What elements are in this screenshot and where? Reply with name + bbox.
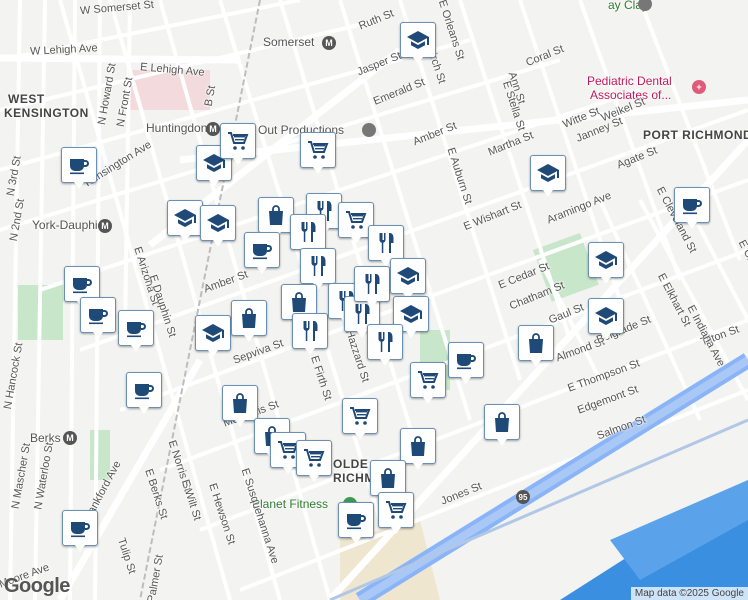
restaurant-marker[interactable] <box>367 324 403 366</box>
subway-station-icon[interactable]: M <box>206 122 220 136</box>
map-canvas[interactable]: WEST KENSINGTON PORT RICHMOND OLDE RICHM… <box>0 0 748 600</box>
shopping-icon <box>381 468 395 488</box>
cafe-marker[interactable] <box>674 187 710 229</box>
grocery-marker[interactable] <box>296 440 332 482</box>
area-label-port-richmond: PORT RICHMOND <box>643 128 748 142</box>
grocery-marker[interactable] <box>220 123 256 165</box>
poi-pediatric-dental[interactable]: Pediatric Dental <box>587 74 672 88</box>
grocery-icon <box>346 211 367 229</box>
subway-station-icon[interactable]: M <box>98 219 112 233</box>
shopping-marker[interactable] <box>518 325 554 367</box>
cafe-icon <box>347 514 366 530</box>
cafe-icon <box>127 322 146 338</box>
restaurant-icon <box>378 332 393 352</box>
cafe-marker[interactable] <box>80 297 116 339</box>
area-label-kensington: KENSINGTON <box>4 106 89 120</box>
school-icon <box>595 307 617 325</box>
grocery-icon <box>386 501 407 519</box>
school-icon <box>407 31 429 49</box>
shopping-icon <box>233 393 247 413</box>
school-icon <box>174 209 196 227</box>
restaurant-icon <box>301 222 316 242</box>
school-marker[interactable] <box>167 200 203 242</box>
cafe-marker[interactable] <box>126 372 162 414</box>
interstate-shield-icon: 95 <box>516 490 530 504</box>
restaurant-icon <box>311 256 326 276</box>
cafe-icon <box>73 278 92 294</box>
restaurant-icon <box>379 233 394 253</box>
school-icon <box>397 267 419 285</box>
shopping-marker[interactable] <box>484 404 520 446</box>
shopping-icon <box>411 436 425 456</box>
cafe-marker[interactable] <box>338 502 374 544</box>
grocery-marker[interactable] <box>378 492 414 534</box>
area-label-olde: OLDE <box>333 457 369 471</box>
school-marker[interactable] <box>390 258 426 300</box>
poi-somerset-station[interactable]: Somerset <box>263 35 314 49</box>
poi-huntingdon-station[interactable]: Huntingdon <box>146 121 207 135</box>
shopping-marker[interactable] <box>400 428 436 470</box>
school-icon <box>207 214 229 232</box>
school-marker[interactable] <box>588 298 624 340</box>
grocery-icon <box>350 407 371 425</box>
grocery-icon <box>228 132 249 150</box>
shopping-icon <box>495 412 509 432</box>
google-logo[interactable]: Google <box>4 575 70 598</box>
shopping-icon <box>242 308 256 328</box>
cafe-marker[interactable] <box>244 232 280 274</box>
restaurant-marker[interactable] <box>292 313 328 355</box>
school-icon <box>595 251 617 269</box>
grocery-marker[interactable] <box>410 362 446 404</box>
shopping-icon <box>269 205 283 225</box>
school-marker[interactable] <box>400 22 436 64</box>
shopping-marker[interactable] <box>370 460 406 502</box>
school-marker[interactable] <box>588 242 624 284</box>
cafe-marker[interactable] <box>62 510 98 552</box>
shopping-icon <box>529 333 543 353</box>
subway-station-icon[interactable]: M <box>322 36 336 50</box>
restaurant-marker[interactable] <box>300 248 336 290</box>
grocery-marker[interactable] <box>342 398 378 440</box>
cafe-icon <box>253 244 272 260</box>
grocery-icon <box>304 449 325 467</box>
shopping-icon <box>292 292 306 312</box>
restaurant-marker[interactable] <box>354 266 390 308</box>
restaurant-icon <box>365 274 380 294</box>
grocery-marker[interactable] <box>300 132 336 174</box>
map-attribution[interactable]: Map data ©2025 Google <box>630 587 748 600</box>
school-icon <box>400 305 422 323</box>
cafe-icon <box>70 159 89 175</box>
school-icon <box>537 164 559 182</box>
cafe-icon <box>457 354 476 370</box>
school-marker[interactable] <box>530 155 566 197</box>
medical-icon[interactable]: + <box>692 80 706 94</box>
grocery-icon <box>418 371 439 389</box>
shopping-marker[interactable] <box>231 300 267 342</box>
cafe-icon <box>89 309 108 325</box>
shopping-marker[interactable] <box>258 197 294 239</box>
cafe-icon <box>683 199 702 215</box>
school-icon <box>202 324 224 342</box>
place-icon[interactable] <box>362 123 376 137</box>
restaurant-marker[interactable] <box>290 214 326 256</box>
cafe-marker[interactable] <box>61 147 97 189</box>
cafe-marker[interactable] <box>118 310 154 352</box>
cafe-icon <box>71 522 90 538</box>
grocery-icon <box>308 141 329 159</box>
cafe-icon <box>135 384 154 400</box>
restaurant-icon <box>303 321 318 341</box>
cafe-marker[interactable] <box>448 342 484 384</box>
school-marker[interactable] <box>195 315 231 357</box>
area-label-west: WEST <box>8 92 45 106</box>
restaurant-marker[interactable] <box>368 225 404 267</box>
school-marker[interactable] <box>200 205 236 247</box>
shopping-marker[interactable] <box>222 385 258 427</box>
subway-station-icon[interactable]: M <box>63 431 77 445</box>
poi-york-dauphin-station[interactable]: York-Dauphi <box>32 218 98 232</box>
